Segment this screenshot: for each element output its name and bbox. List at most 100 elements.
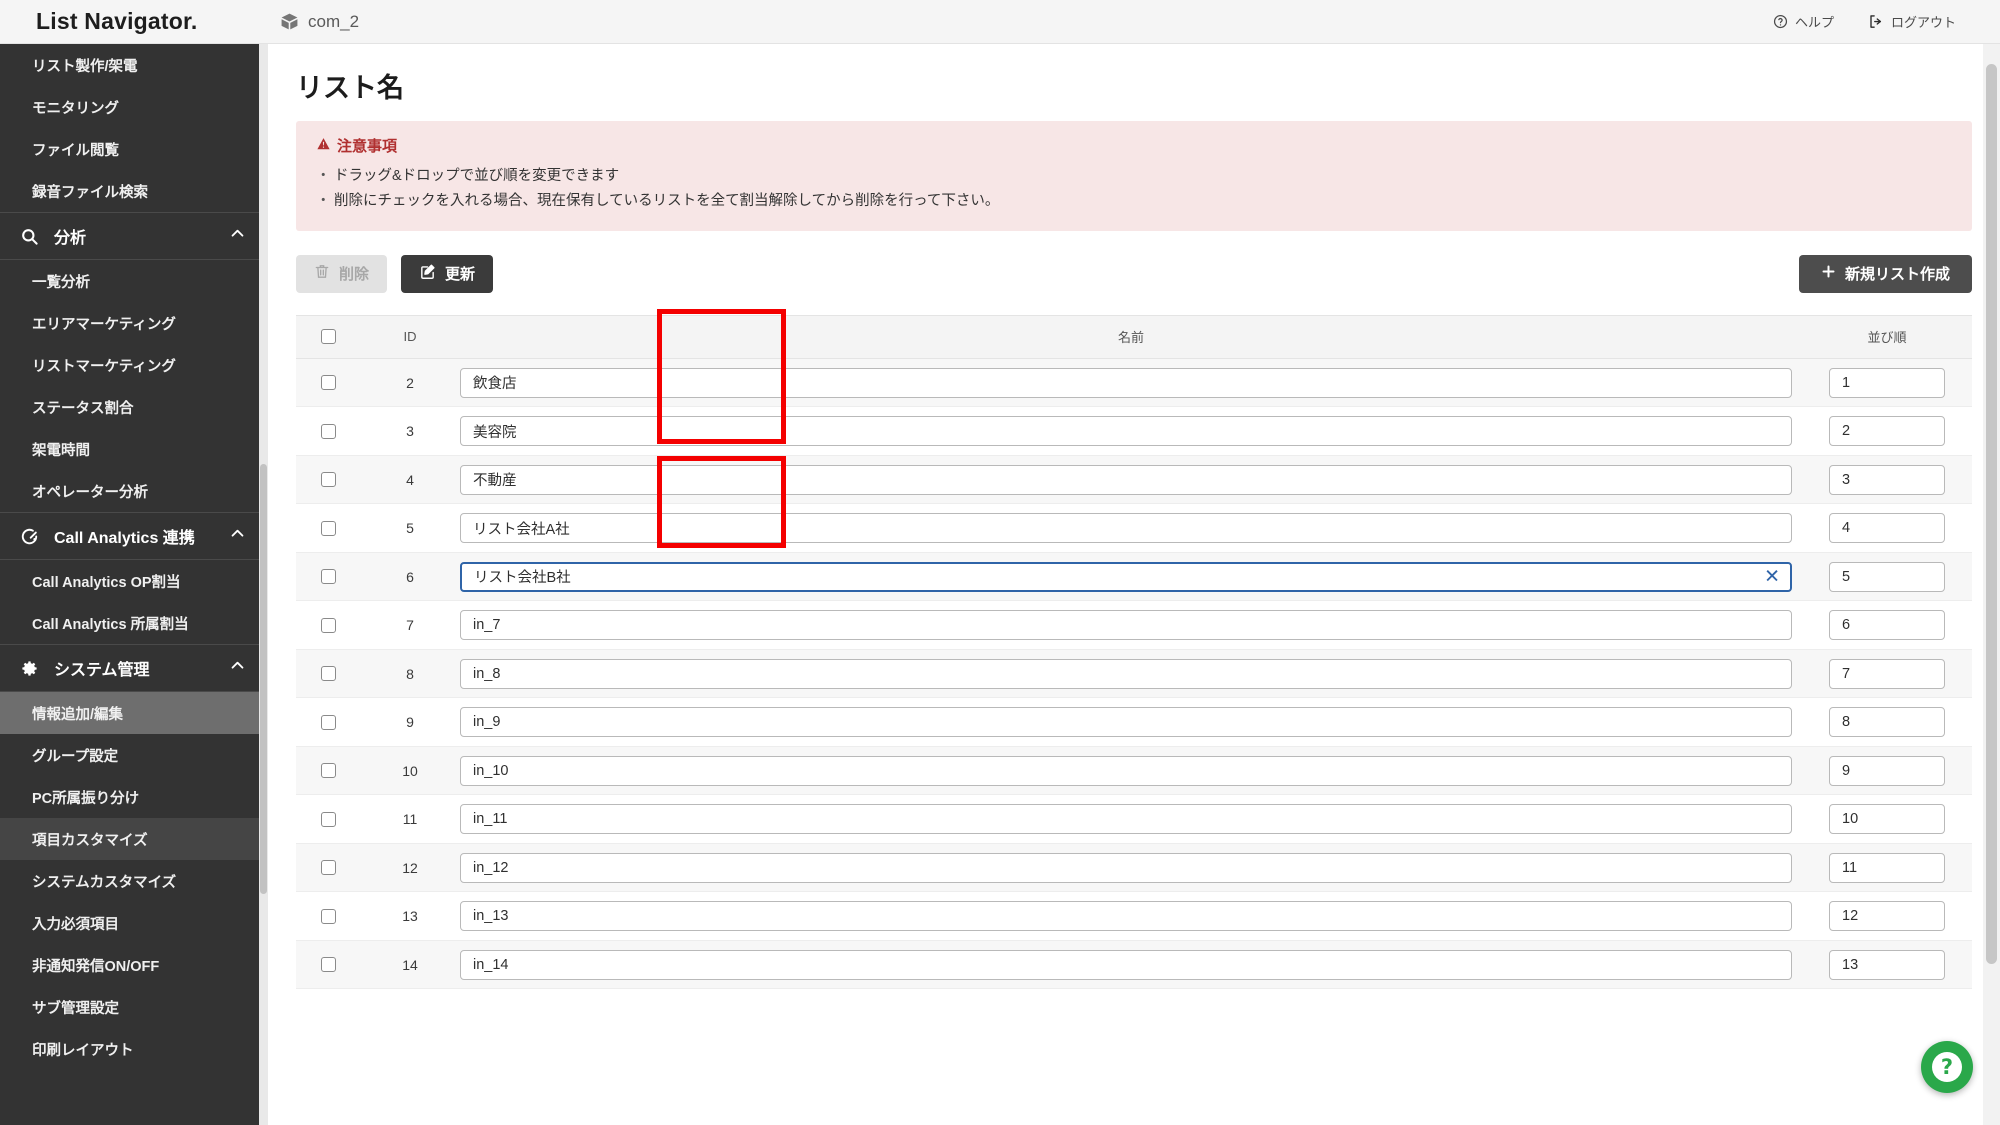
list-name-input[interactable] (460, 707, 1792, 737)
sidebar-item-21[interactable]: 非通知発信ON/OFF (0, 944, 268, 986)
notice-line: 削除にチェックを入れる場合、現在保有しているリストを全て割当解除してから削除を行… (316, 189, 1952, 215)
row-checkbox[interactable] (320, 908, 336, 924)
sort-order-input[interactable] (1829, 755, 1945, 786)
sidebar-item-19[interactable]: システムカスタマイズ (0, 860, 268, 902)
sidebar-item-0[interactable]: リスト製作/架電 (0, 44, 268, 86)
sidebar-item-20[interactable]: 入力必須項目 (0, 902, 268, 944)
chevron-up-icon[interactable] (229, 225, 246, 247)
sidebar-item-8[interactable]: ステータス割合 (0, 386, 268, 428)
sidebar-group-11[interactable]: Call Analytics 連携 (0, 512, 268, 560)
row-checkbox[interactable] (320, 423, 336, 439)
table-row[interactable]: 4 (296, 455, 1972, 505)
table-row[interactable]: 7 (296, 601, 1972, 650)
list-name-input[interactable] (460, 561, 1792, 592)
sort-order-input[interactable] (1829, 416, 1945, 446)
table-row[interactable]: 9 (296, 698, 1972, 747)
delete-button[interactable]: 削除 (296, 254, 388, 293)
sidebar-group-4[interactable]: 分析 (0, 212, 268, 260)
sidebar-scrollbar-thumb[interactable] (260, 464, 267, 894)
sidebar-item-7[interactable]: リストマーケティング (0, 344, 268, 386)
sidebar-item-23[interactable]: 印刷レイアウト (0, 1028, 268, 1070)
sidebar-scrollbar-track[interactable] (259, 44, 268, 1125)
sidebar-item-label: Call Analytics OP割当 (32, 574, 181, 591)
update-button[interactable]: 更新 (401, 254, 494, 293)
row-checkbox[interactable] (320, 472, 336, 487)
list-name-input[interactable] (460, 852, 1792, 883)
list-name-input[interactable] (460, 901, 1792, 931)
row-checkbox[interactable] (320, 811, 336, 827)
sort-order-input[interactable] (1829, 464, 1945, 495)
list-name-input[interactable] (460, 658, 1792, 689)
sort-order-input[interactable] (1829, 610, 1945, 640)
page-scrollbar-thumb[interactable] (1986, 64, 1997, 964)
list-name-input[interactable] (460, 367, 1792, 398)
table-row[interactable]: 13 (296, 892, 1972, 941)
row-checkbox[interactable] (320, 617, 336, 633)
sort-order-input[interactable] (1829, 513, 1945, 543)
help-link[interactable]: ヘルプ (1773, 12, 1834, 31)
sidebar-item-12[interactable]: Call Analytics OP割当 (0, 560, 268, 602)
logout-link[interactable]: ログアウト (1868, 12, 1956, 31)
table-row[interactable]: 11 (296, 795, 1972, 844)
sidebar-group-14[interactable]: システム管理 (0, 644, 268, 692)
list-name-input[interactable] (460, 610, 1792, 640)
table-row[interactable]: 2 (296, 358, 1972, 408)
list-name-input[interactable] (460, 513, 1792, 543)
list-name-input[interactable] (460, 949, 1792, 980)
list-name-input[interactable] (460, 464, 1792, 495)
sidebar-item-3[interactable]: 録音ファイル検索 (0, 170, 268, 212)
sort-order-input[interactable] (1829, 367, 1945, 398)
sidebar-item-18[interactable]: 項目カスタマイズ (0, 818, 268, 860)
row-order-cell (1802, 464, 1972, 495)
select-all-checkbox[interactable] (320, 329, 336, 345)
sort-order-input[interactable] (1829, 901, 1945, 931)
sidebar-item-16[interactable]: グループ設定 (0, 734, 268, 776)
sidebar-item-1[interactable]: モニタリング (0, 86, 268, 128)
page-title: リスト名 (296, 73, 404, 103)
table-row[interactable]: 8 (296, 649, 1972, 699)
table-row[interactable]: 10 (296, 746, 1972, 796)
row-checkbox[interactable] (320, 666, 336, 681)
chevron-up-icon[interactable] (229, 525, 246, 547)
chevron-up-icon[interactable] (229, 657, 246, 679)
sidebar-item-label: PC所属振り分け (32, 790, 140, 807)
sidebar-item-17[interactable]: PC所属振り分け (0, 776, 268, 818)
page-scrollbar-track[interactable] (1983, 44, 2000, 1125)
sidebar-item-6[interactable]: エリアマーケティング (0, 302, 268, 344)
new-list-button[interactable]: 新規リスト作成 (1798, 254, 1972, 293)
sort-order-input[interactable] (1829, 804, 1945, 834)
row-checkbox[interactable] (320, 957, 336, 972)
sidebar-item-10[interactable]: オペレーター分析 (0, 470, 268, 512)
sidebar-item-2[interactable]: ファイル閲覧 (0, 128, 268, 170)
row-name-cell (460, 464, 1802, 495)
list-name-input[interactable] (460, 755, 1792, 786)
sidebar-item-22[interactable]: サブ管理設定 (0, 986, 268, 1028)
table-row[interactable]: 3 (296, 407, 1972, 456)
floating-help-button[interactable]: ? (1921, 1041, 1973, 1093)
row-checkbox[interactable] (320, 520, 336, 536)
sidebar-item-13[interactable]: Call Analytics 所属割当 (0, 602, 268, 644)
row-order-cell (1802, 949, 1972, 980)
table-row[interactable]: 5 (296, 504, 1972, 553)
table-row[interactable]: 14 (296, 940, 1972, 990)
sidebar-item-9[interactable]: 架電時間 (0, 428, 268, 470)
sort-order-input[interactable] (1829, 561, 1945, 592)
row-checkbox[interactable] (320, 763, 336, 778)
close-x-icon[interactable]: ✕ (1764, 567, 1780, 586)
row-checkbox[interactable] (320, 714, 336, 730)
list-name-input[interactable] (460, 416, 1792, 446)
environment-chip[interactable]: com_2 (280, 12, 359, 32)
row-checkbox[interactable] (320, 860, 336, 875)
table-row[interactable]: 12 (296, 843, 1972, 893)
sort-order-input[interactable] (1829, 852, 1945, 883)
sidebar-item-15[interactable]: 情報追加/編集 (0, 692, 268, 734)
row-checkbox[interactable] (320, 375, 336, 390)
row-checkbox[interactable] (320, 569, 336, 584)
trash-icon (314, 263, 330, 284)
list-name-input[interactable] (460, 804, 1792, 834)
sidebar-item-5[interactable]: 一覧分析 (0, 260, 268, 302)
sort-order-input[interactable] (1829, 707, 1945, 737)
table-row[interactable]: 6✕ (296, 552, 1972, 602)
sort-order-input[interactable] (1829, 949, 1945, 980)
sort-order-input[interactable] (1829, 658, 1945, 689)
